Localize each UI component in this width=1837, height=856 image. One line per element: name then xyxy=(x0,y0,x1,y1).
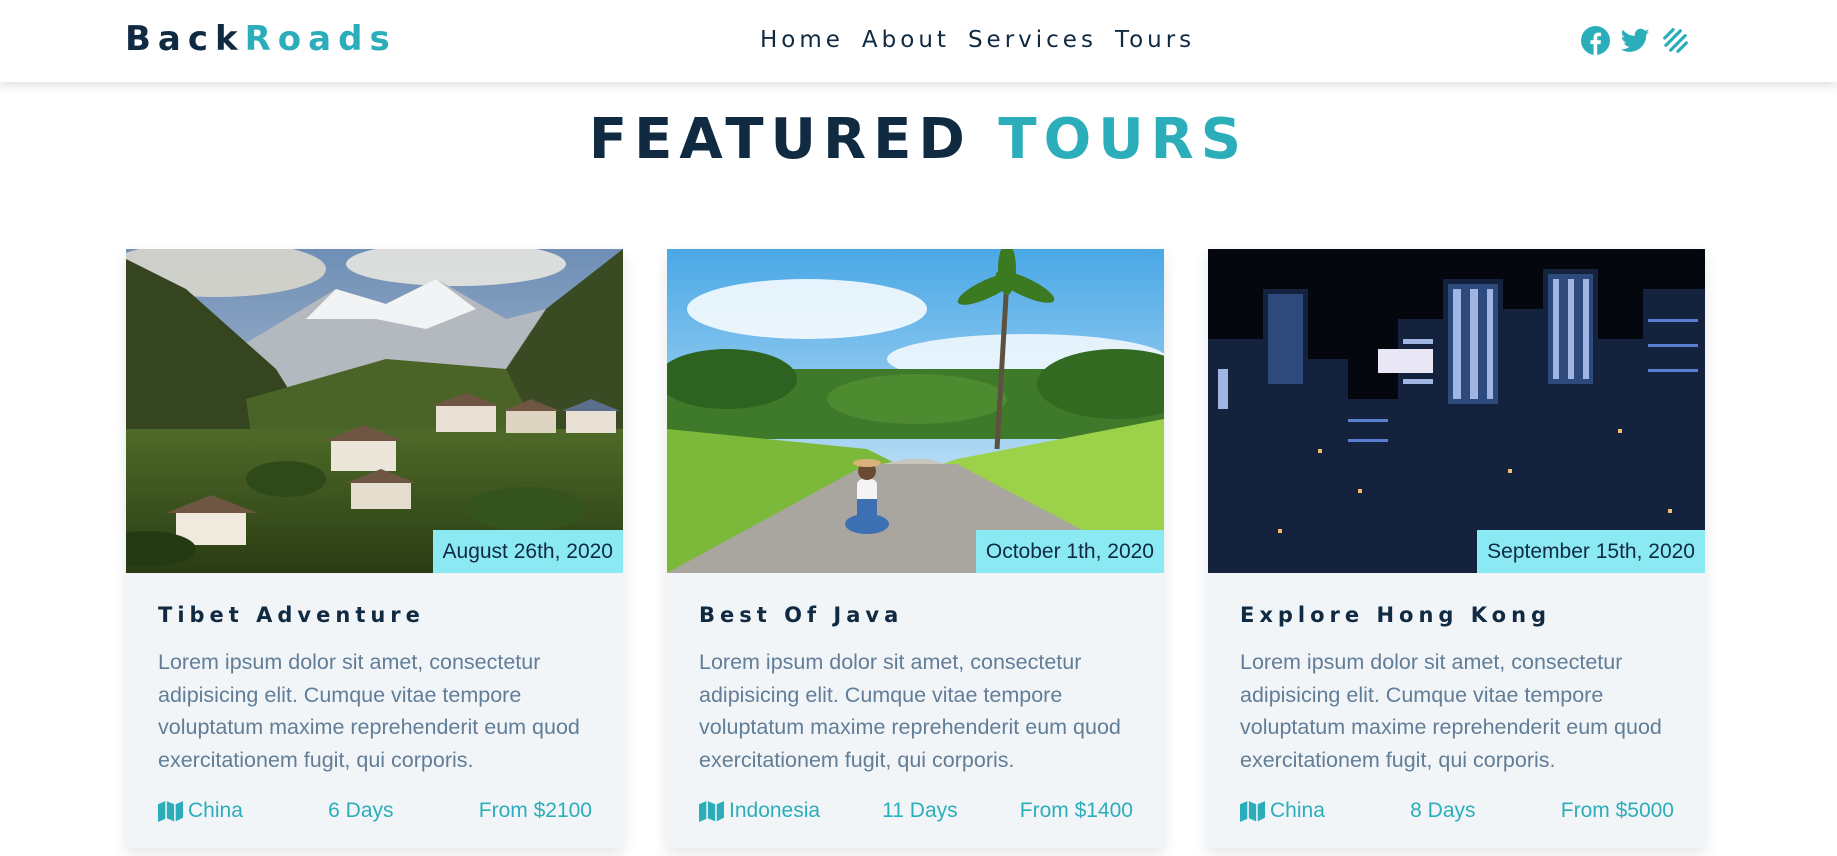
nav-links: Home About Services Tours xyxy=(760,24,1195,56)
tour-title: Explore Hong Kong xyxy=(1240,603,1552,627)
tour-image-mountain-village: August 26th, 2020 xyxy=(126,249,623,573)
tour-card: August 26th, 2020 Tibet Adventure Lorem … xyxy=(126,249,623,848)
tour-description: Lorem ipsum dolor sit amet, consectetur … xyxy=(158,650,580,772)
nav-link-services[interactable]: Services xyxy=(968,24,1097,56)
tour-footer: China 8 Days From $5000 xyxy=(1240,795,1674,827)
tour-price: From $2100 xyxy=(478,799,592,822)
tour-country: China xyxy=(158,799,243,823)
map-icon xyxy=(699,801,724,822)
tour-card: September 15th, 2020 Explore Hong Kong L… xyxy=(1208,249,1705,848)
tour-title: Best Of Java xyxy=(699,603,904,627)
tour-title: Tibet Adventure xyxy=(158,603,425,627)
section-title: FEATURED TOURS xyxy=(0,106,1837,174)
nav-link-tours[interactable]: Tours xyxy=(1115,24,1195,56)
brand-logo[interactable]: BackRoads xyxy=(125,17,397,61)
map-icon xyxy=(1240,801,1265,822)
tour-duration: 11 Days xyxy=(882,799,958,822)
tour-country: Indonesia xyxy=(699,799,820,823)
nav-link-about[interactable]: About xyxy=(862,24,950,56)
tour-country-label: Indonesia xyxy=(729,799,821,822)
brand-name-part2: Roads xyxy=(244,19,397,59)
tour-description: Lorem ipsum dolor sit amet, consectetur … xyxy=(699,650,1121,772)
tour-card: October 1th, 2020 Best Of Java Lorem ips… xyxy=(667,249,1164,848)
tour-description: Lorem ipsum dolor sit amet, consectetur … xyxy=(1240,650,1662,772)
twitter-icon[interactable] xyxy=(1621,26,1650,55)
tour-country-label: China xyxy=(188,799,243,822)
nav-link-home[interactable]: Home xyxy=(760,24,844,56)
tour-date-badge: September 15th, 2020 xyxy=(1477,530,1705,573)
tour-country-label: China xyxy=(1270,799,1325,822)
tour-image-city-night: September 15th, 2020 xyxy=(1208,249,1705,573)
tour-duration: 8 Days xyxy=(1410,799,1476,822)
map-icon xyxy=(158,801,183,822)
tour-image-tropical-road: October 1th, 2020 xyxy=(667,249,1164,573)
facebook-icon[interactable] xyxy=(1581,26,1610,55)
tour-date-badge: August 26th, 2020 xyxy=(432,530,623,573)
squarespace-icon[interactable] xyxy=(1661,26,1690,55)
tour-country: China xyxy=(1240,799,1325,823)
tour-duration: 6 Days xyxy=(328,799,394,822)
tour-footer: Indonesia 11 Days From $1400 xyxy=(699,795,1133,827)
section-title-part1: FEATURED xyxy=(588,107,972,172)
tour-date-badge: October 1th, 2020 xyxy=(975,530,1164,573)
tour-footer: China 6 Days From $2100 xyxy=(158,795,592,827)
section-title-part2: TOURS xyxy=(998,107,1249,172)
tour-price: From $1400 xyxy=(1019,799,1133,822)
social-links xyxy=(1581,26,1690,55)
navbar: BackRoads Home About Services Tours xyxy=(0,0,1837,82)
brand-name-part1: Back xyxy=(125,19,245,59)
tour-price: From $5000 xyxy=(1560,799,1674,822)
